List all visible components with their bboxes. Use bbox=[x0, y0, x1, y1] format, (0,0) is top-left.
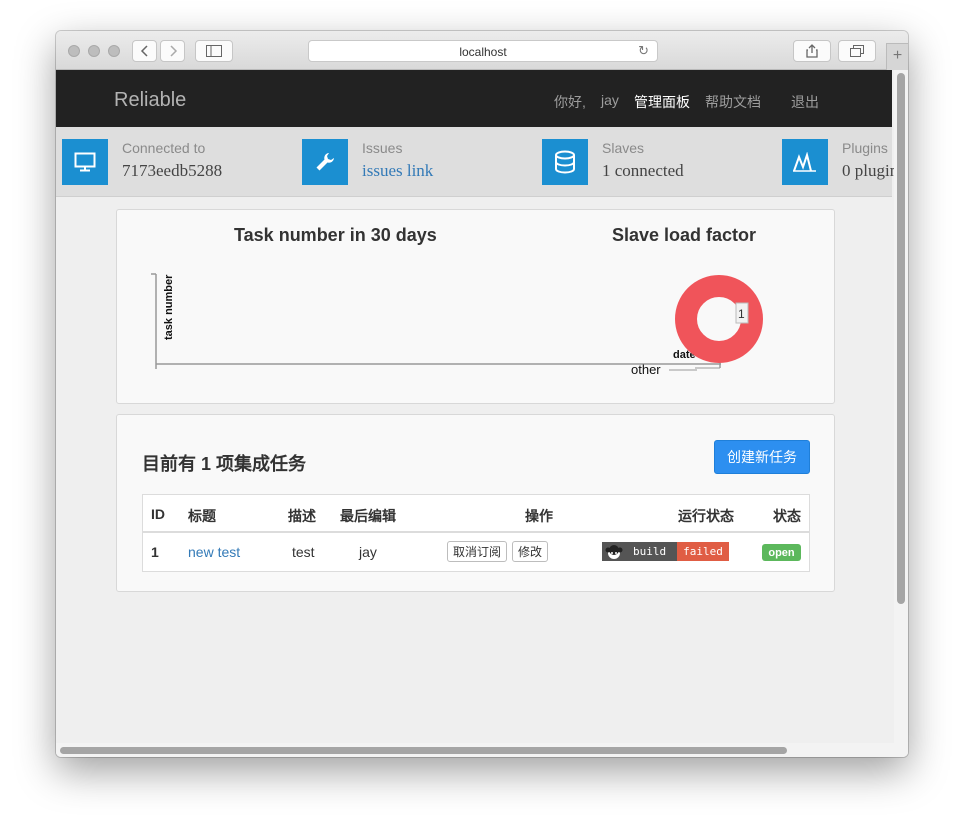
chevron-left-icon bbox=[140, 45, 148, 57]
zoom-window-button[interactable] bbox=[108, 45, 120, 57]
col-header-id: ID bbox=[151, 506, 165, 522]
tasks-count-title: 目前有 1 项集成任务 bbox=[142, 454, 307, 474]
tabs-icon bbox=[850, 45, 864, 57]
nav-logout[interactable]: 退出 bbox=[791, 92, 819, 112]
task-y-axis-label: task number bbox=[163, 274, 175, 340]
col-header-status: 状态 bbox=[773, 508, 801, 524]
tabs-overview-button[interactable] bbox=[838, 40, 876, 62]
address-bar[interactable]: localhost ↻ bbox=[308, 40, 658, 62]
issues-link[interactable]: issues link bbox=[362, 161, 433, 181]
status-badge: open bbox=[762, 544, 801, 561]
create-task-button[interactable]: 创建新任务 bbox=[714, 440, 810, 474]
col-header-last-edit: 最后编辑 bbox=[340, 508, 396, 524]
build-badge-label: build bbox=[633, 545, 667, 558]
plugin-icon bbox=[782, 139, 828, 185]
col-header-description: 描述 bbox=[288, 508, 316, 524]
vertical-scrollbar[interactable] bbox=[894, 70, 908, 757]
stat-connected-label: Connected to bbox=[122, 140, 206, 156]
build-badge-left: build bbox=[602, 542, 677, 561]
nav-greeting: 你好, bbox=[554, 94, 586, 110]
close-window-button[interactable] bbox=[68, 45, 80, 57]
charts-svg: task number date 1 other bbox=[151, 273, 763, 377]
build-status-badge[interactable]: build failed bbox=[602, 542, 729, 561]
task-chart-axes: task number date bbox=[151, 273, 721, 371]
col-header-title: 标题 bbox=[188, 508, 216, 524]
cell-description: test bbox=[292, 544, 315, 560]
wrench-icon bbox=[302, 139, 348, 185]
build-badge-value: failed bbox=[677, 542, 729, 561]
nav-admin-panel[interactable]: 管理面板 bbox=[634, 92, 690, 112]
charts-panel: Task number in 30 days Slave load factor… bbox=[116, 209, 835, 404]
top-navbar: Reliable 你好, jay 管理面板 帮助文档 退出 bbox=[56, 70, 892, 127]
share-icon bbox=[806, 44, 818, 58]
monitor-icon bbox=[62, 139, 108, 185]
sidebar-toggle-button[interactable] bbox=[195, 40, 233, 62]
vertical-scrollbar-thumb[interactable] bbox=[897, 73, 905, 604]
tasks-table: ID 标题 描述 最后编辑 操作 运行状态 状态 1 new test test… bbox=[142, 494, 810, 572]
stat-connected-value: 7173eedb5288 bbox=[122, 161, 223, 180]
donut-value-label: 1 bbox=[738, 307, 745, 321]
database-icon bbox=[542, 139, 588, 185]
stat-issues-label: Issues bbox=[362, 140, 403, 156]
share-button[interactable] bbox=[793, 40, 831, 62]
unsubscribe-button[interactable]: 取消订阅 bbox=[447, 541, 507, 562]
minimize-window-button[interactable] bbox=[88, 45, 100, 57]
forward-button[interactable] bbox=[160, 40, 185, 62]
jenkins-icon bbox=[605, 544, 623, 559]
brand-logo[interactable]: Reliable bbox=[114, 89, 186, 112]
nav-help-docs[interactable]: 帮助文档 bbox=[705, 92, 761, 112]
donut-legend-other: other bbox=[631, 362, 661, 377]
col-header-run-status: 运行状态 bbox=[678, 508, 734, 524]
page-viewport: Reliable 你好, jay 管理面板 帮助文档 退出 Connected … bbox=[56, 70, 908, 757]
edit-button[interactable]: 修改 bbox=[512, 541, 548, 562]
cell-id: 1 bbox=[151, 544, 159, 560]
nav-username[interactable]: jay bbox=[601, 92, 619, 108]
chevron-right-icon bbox=[169, 45, 177, 57]
back-button[interactable] bbox=[132, 40, 157, 62]
browser-window: localhost ↻ + Reliable 你好, jay 管理面板 帮助文档… bbox=[56, 31, 908, 757]
task-title-link[interactable]: new test bbox=[188, 544, 240, 560]
stat-slaves-label: Slaves bbox=[602, 140, 645, 156]
horizontal-scrollbar-thumb[interactable] bbox=[60, 747, 787, 754]
address-text: localhost bbox=[459, 45, 507, 59]
browser-titlebar: localhost ↻ + bbox=[56, 31, 908, 70]
table-header-divider bbox=[143, 531, 809, 533]
stats-bar: Connected to 7173eedb5288 Issues issues … bbox=[56, 127, 905, 197]
horizontal-scrollbar[interactable] bbox=[56, 743, 894, 757]
tasks-panel: 目前有 1 项集成任务 创建新任务 ID 标题 描述 最后编辑 操作 运行状态 … bbox=[116, 414, 835, 592]
reload-icon[interactable]: ↻ bbox=[638, 43, 649, 59]
sidebar-icon bbox=[206, 45, 222, 57]
stat-slaves-value: 1 connected bbox=[602, 161, 684, 180]
new-tab-button[interactable]: + bbox=[886, 43, 908, 70]
col-header-actions: 操作 bbox=[525, 508, 553, 524]
cell-last-editor: jay bbox=[359, 544, 377, 560]
stat-plugins-label: Plugins bbox=[842, 140, 888, 156]
